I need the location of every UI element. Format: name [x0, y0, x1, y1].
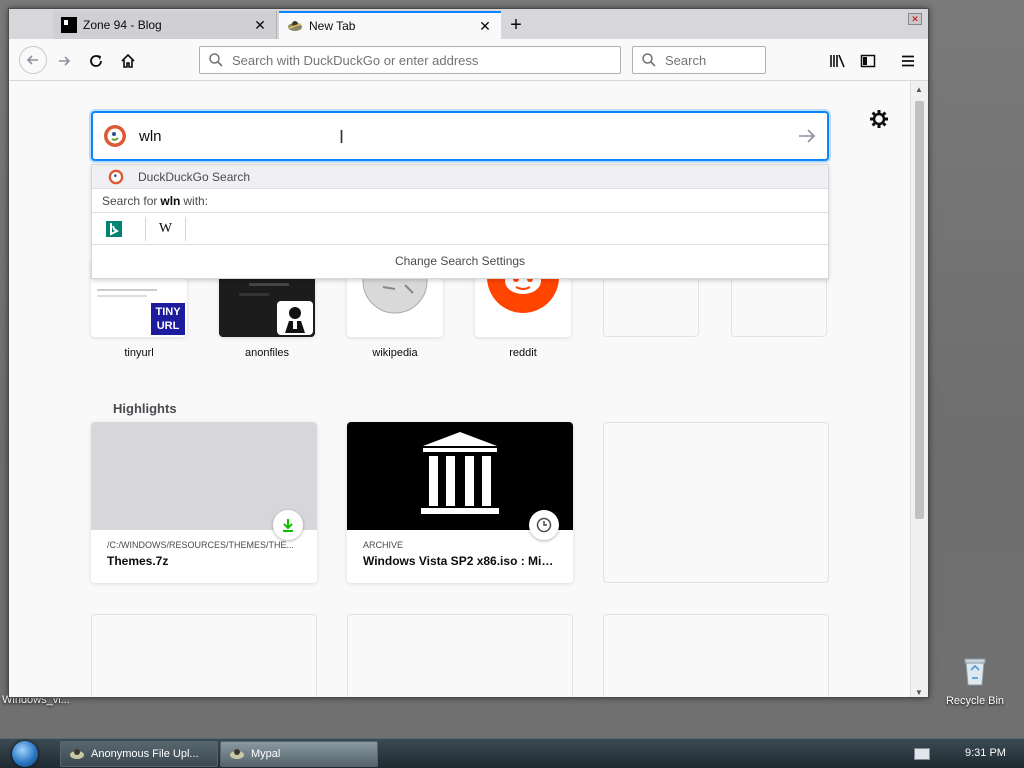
search-for-suffix: with:	[183, 193, 209, 208]
duckduckgo-icon	[108, 169, 124, 184]
change-search-settings-label: Change Search Settings	[394, 254, 526, 268]
navigation-toolbar: Search with DuckDuckGo or enter address …	[9, 39, 928, 81]
suggestion-engine-label: DuckDuckGo Search	[138, 169, 251, 184]
taskbar-button-label: Mypal	[251, 748, 281, 760]
mypal-favicon-icon	[287, 18, 303, 34]
duckduckgo-icon	[104, 125, 126, 147]
top-site-name: reddit	[509, 347, 537, 359]
recycle-bin-label: Recycle Bin	[945, 695, 1005, 707]
clock-icon	[536, 517, 552, 533]
highlight-placeholder	[603, 422, 829, 583]
new-tab-button[interactable]: +	[503, 13, 529, 37]
anonfiles-logo-icon	[277, 301, 313, 335]
mypal-favicon-icon	[229, 746, 245, 762]
scroll-down-icon[interactable]: ▼	[915, 688, 923, 697]
vertical-scrollbar[interactable]: ▲ ▼	[910, 81, 928, 697]
system-clock[interactable]: 9:31 PM	[965, 747, 1006, 759]
text-cursor-icon: I	[339, 127, 345, 147]
gear-icon[interactable]	[869, 109, 889, 129]
start-button[interactable]	[6, 740, 44, 768]
taskbar-button-anonymous-file-upload[interactable]: Anonymous File Upl...	[60, 741, 218, 767]
tab-close-icon[interactable]: ✕	[252, 17, 268, 33]
library-button[interactable]	[825, 48, 851, 74]
home-button[interactable]	[115, 48, 141, 74]
highlight-title: Themes.7z	[107, 554, 169, 568]
forward-arrow-icon	[59, 56, 71, 66]
highlight-placeholder	[603, 614, 829, 697]
search-for-prefix: Search for	[102, 193, 158, 208]
taskbar-button-mypal[interactable]: Mypal	[220, 741, 378, 767]
highlight-title: Windows Vista SP2 x86.iso : Micr...	[363, 554, 557, 568]
forward-button[interactable]	[51, 48, 77, 74]
history-badge	[529, 510, 559, 540]
tinyurl-logo-icon: TINY URL	[151, 303, 185, 335]
window-close-button[interactable]: ✕	[908, 13, 922, 25]
back-arrow-icon	[26, 55, 38, 65]
highlight-placeholder	[91, 614, 317, 697]
highlight-card[interactable]: ARCHIVE Windows Vista SP2 x86.iso : Micr…	[347, 422, 573, 583]
search-suggestions-dropdown: DuckDuckGo Search Search for wln with: W…	[91, 164, 829, 279]
arrow-right-icon	[799, 129, 816, 143]
tab-zone94-blog[interactable]: Zone 94 - Blog ✕	[53, 11, 277, 39]
new-tab-page: wln I DuckDuckGo Search Search for wln w…	[9, 81, 912, 697]
bing-icon	[106, 220, 122, 237]
taskbar: Anonymous File Upl... Mypal 9:31 PM	[0, 738, 1024, 768]
reload-icon	[90, 55, 102, 67]
mypal-favicon-icon	[69, 746, 85, 762]
recycle-bin-icon	[964, 658, 986, 686]
recycle-bin[interactable]: Recycle Bin	[940, 656, 1010, 707]
scrollbar-thumb[interactable]	[915, 101, 924, 519]
taskbar-button-label: Anonymous File Upl...	[91, 748, 199, 760]
tab-bar: Zone 94 - Blog ✕ New Tab ✕ + ✕	[9, 9, 928, 39]
top-site-name: wikipedia	[372, 347, 418, 359]
url-bar[interactable]: Search with DuckDuckGo or enter address	[199, 46, 621, 74]
windows-orb-icon	[12, 741, 38, 767]
search-for-term: wln	[160, 193, 181, 208]
sidebar-icon	[860, 54, 876, 68]
bing-engine-button[interactable]	[106, 216, 146, 241]
wikipedia-icon: W	[158, 220, 173, 236]
search-go-button[interactable]	[787, 128, 827, 144]
tab-title: Zone 94 - Blog	[83, 18, 162, 32]
blog-favicon-icon	[61, 17, 77, 33]
home-icon	[121, 53, 135, 68]
search-input-value: wln	[139, 127, 162, 145]
highlight-source: ARCHIVE	[363, 540, 404, 550]
change-search-settings-button[interactable]: Change Search Settings	[92, 245, 828, 277]
download-badge	[273, 510, 303, 540]
hamburger-menu-icon	[902, 55, 914, 67]
tab-new-tab[interactable]: New Tab ✕	[279, 11, 501, 39]
download-icon	[283, 519, 293, 532]
suggestion-engine-row[interactable]: DuckDuckGo Search	[92, 165, 828, 189]
highlights-title: Highlights	[113, 401, 177, 416]
tab-title: New Tab	[309, 19, 356, 33]
new-tab-search-box[interactable]: wln I	[91, 111, 829, 161]
wikipedia-engine-button[interactable]: W	[146, 216, 186, 241]
search-for-row: Search for wln with:	[92, 189, 828, 213]
reload-button[interactable]	[83, 48, 109, 74]
back-button[interactable]	[19, 46, 47, 74]
search-bar-placeholder: Search	[665, 52, 707, 68]
top-site-name: tinyurl	[124, 347, 154, 359]
search-engines-row: W	[92, 213, 828, 245]
tab-close-icon[interactable]: ✕	[477, 18, 493, 34]
browser-window: Zone 94 - Blog ✕ New Tab ✕ + ✕ Search wi	[8, 8, 929, 698]
scroll-up-icon[interactable]: ▲	[915, 85, 923, 94]
menu-button[interactable]	[895, 48, 921, 74]
url-bar-placeholder: Search with DuckDuckGo or enter address	[232, 52, 479, 68]
highlight-thumbnail	[347, 422, 573, 540]
highlight-card[interactable]: /C:/WINDOWS/RESOURCES/THEMES/THE... Them…	[91, 422, 317, 583]
sidebar-toggle-button[interactable]	[855, 48, 881, 74]
top-site-name: anonfiles	[244, 347, 290, 359]
highlight-placeholder	[347, 614, 573, 697]
library-icon	[830, 54, 845, 68]
search-icon	[209, 53, 223, 67]
search-bar[interactable]: Search	[632, 46, 766, 74]
highlight-source: /C:/WINDOWS/RESOURCES/THEMES/THE...	[107, 540, 295, 550]
highlight-thumbnail	[91, 422, 317, 540]
search-icon	[642, 53, 656, 67]
keyboard-tray-icon[interactable]	[914, 748, 930, 760]
